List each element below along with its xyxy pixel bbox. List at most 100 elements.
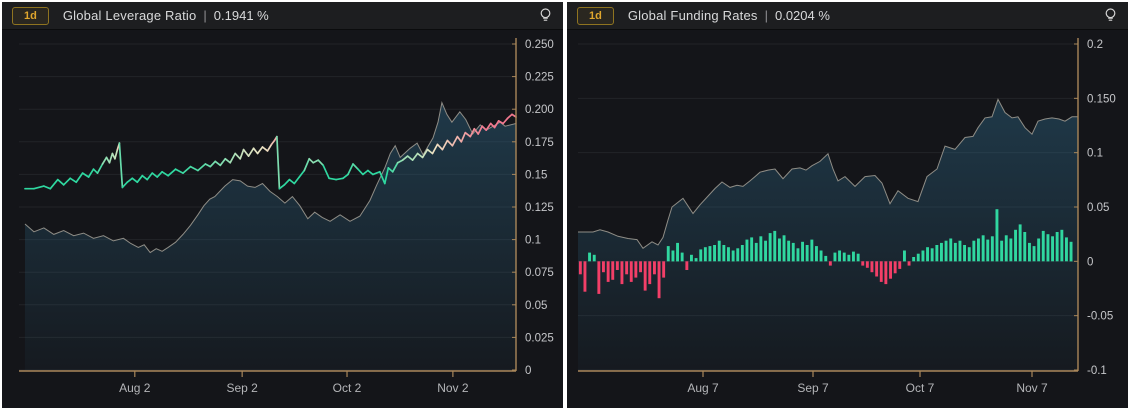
funding-bar — [717, 240, 721, 262]
funding-bar — [666, 246, 670, 262]
funding-rates-chart[interactable]: 0.2 0.150 0.1 0.05 0 -0.05 -0.1 Aug 7 Sep 7 Oct 7… — [567, 30, 1128, 408]
title-value-separator: | — [203, 8, 207, 23]
funding-bar — [810, 239, 814, 262]
funding-bar — [657, 261, 661, 299]
lightbulb-icon[interactable] — [1103, 7, 1118, 24]
funding-bar — [778, 238, 781, 262]
funding-bar — [629, 261, 633, 282]
funding-bar — [1069, 241, 1073, 262]
funding-bar — [685, 261, 689, 270]
funding-bar — [986, 239, 990, 262]
funding-bar — [759, 236, 763, 262]
chart-title: Global Funding Rates — [627, 8, 758, 23]
funding-bar — [852, 251, 855, 262]
funding-bar — [833, 252, 837, 262]
funding-bar — [967, 247, 971, 262]
funding-bar — [1046, 234, 1050, 262]
funding-bar — [1014, 229, 1017, 262]
derivatives-dashboard: 1d Global Leverage Ratio | 0.1941 % 0.25… — [0, 0, 1130, 410]
funding-bar — [690, 254, 693, 262]
funding-bar — [953, 242, 957, 262]
funding-bar — [727, 247, 730, 262]
funding-bar — [750, 237, 754, 262]
chart-title: Global Leverage Ratio — [62, 8, 197, 23]
funding-bar — [1023, 232, 1027, 262]
funding-bar — [1065, 237, 1068, 262]
funding-bar — [648, 261, 652, 285]
funding-bar — [865, 261, 869, 268]
lightbulb-icon[interactable] — [538, 7, 553, 24]
x-axis-label: Sep 2 — [226, 381, 258, 395]
funding-bar — [805, 245, 809, 262]
funding-bar — [731, 250, 735, 262]
funding-bar — [838, 250, 841, 262]
funding-bar — [602, 261, 605, 273]
funding-rates-panel: 1d Global Funding Rates | 0.0204 % 0.2 0.… — [567, 2, 1128, 408]
funding-bar — [653, 261, 656, 275]
funding-bar — [764, 240, 767, 262]
funding-bar — [1041, 230, 1045, 262]
y-axis-label: 0.15 — [525, 169, 547, 181]
funding-bar — [1032, 246, 1036, 262]
funding-bar — [884, 261, 888, 285]
y-axis-label: 0.250 — [525, 39, 554, 51]
price-normalized-area-fill — [578, 99, 1078, 371]
funding-bar — [1009, 238, 1013, 262]
chart-canvas: 0.250 0.225 0.200 0.175 0.15 0.125 0.1 0.075 0.0… — [19, 38, 554, 395]
leverage-ratio-chart[interactable]: 0.250 0.225 0.200 0.175 0.15 0.125 0.1 0.075 0.0… — [2, 30, 563, 408]
funding-bar — [898, 261, 902, 269]
y-axis-label: 0.05 — [1087, 202, 1109, 214]
timeframe-badge[interactable]: 1d — [577, 6, 614, 25]
title-value-separator: | — [764, 8, 768, 23]
funding-bar — [1037, 238, 1041, 262]
funding-bar — [671, 250, 675, 262]
funding-bar — [847, 254, 851, 262]
funding-bar — [875, 261, 879, 277]
funding-bar — [782, 235, 786, 262]
funding-bar — [676, 242, 679, 262]
y-axis-label: 0.125 — [525, 202, 554, 214]
funding-bar — [912, 257, 916, 262]
funding-bar — [940, 242, 943, 262]
funding-bar — [592, 254, 596, 262]
funding-bar — [870, 261, 874, 273]
y-axis-label: -0.1 — [1087, 365, 1107, 377]
funding-bar — [861, 261, 865, 266]
current-value: 0.1941 % — [213, 8, 269, 23]
funding-bar — [824, 255, 828, 262]
funding-bar — [634, 261, 638, 278]
funding-bar — [930, 248, 934, 262]
funding-bar — [620, 261, 624, 285]
funding-bar — [1055, 232, 1059, 262]
funding-bar — [856, 253, 860, 262]
y-axis-label: 0.175 — [525, 137, 554, 149]
panel-header: 1d Global Funding Rates | 0.0204 % — [567, 2, 1128, 30]
funding-bar — [583, 261, 587, 292]
current-value: 0.0204 % — [774, 8, 830, 23]
y-axis-label: 0.2 — [1087, 39, 1103, 51]
funding-bar — [588, 252, 591, 262]
funding-bar — [768, 233, 772, 262]
funding-bar — [1060, 229, 1064, 262]
funding-bar — [639, 261, 642, 273]
funding-bar — [1000, 240, 1004, 262]
funding-bar — [754, 242, 758, 262]
y-axis-label: 0.075 — [525, 267, 554, 279]
funding-bar — [1051, 236, 1054, 262]
funding-bar — [828, 261, 832, 266]
funding-bar — [819, 250, 823, 262]
funding-bar — [699, 249, 703, 262]
funding-bar — [745, 239, 749, 262]
x-axis-label: Oct 7 — [906, 381, 935, 395]
funding-bar — [815, 246, 818, 262]
funding-bar — [903, 250, 906, 262]
funding-bar — [791, 242, 795, 262]
y-axis-label: 0.1 — [525, 235, 541, 247]
funding-bar — [694, 258, 698, 262]
funding-bar — [981, 235, 985, 262]
x-axis-label: Nov 2 — [437, 381, 469, 395]
x-axis-label: Sep 7 — [797, 381, 829, 395]
timeframe-badge[interactable]: 1d — [12, 6, 49, 25]
y-axis-label: 0.1 — [1087, 148, 1103, 160]
x-axis-label: Oct 2 — [333, 381, 362, 395]
